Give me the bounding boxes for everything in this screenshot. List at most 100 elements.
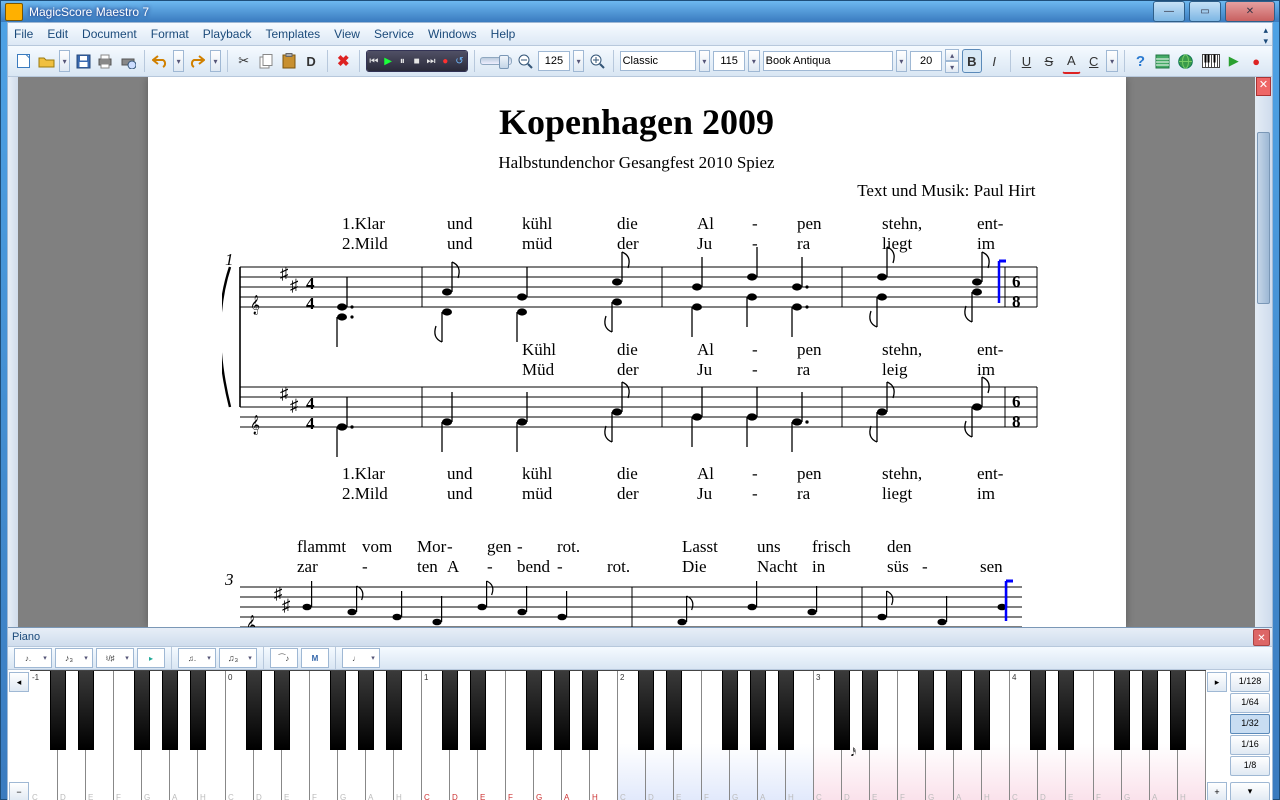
strike-button[interactable]: S bbox=[1039, 49, 1058, 73]
black-key[interactable] bbox=[190, 671, 206, 750]
black-key[interactable] bbox=[946, 671, 962, 750]
vertical-scrollbar[interactable]: ✕ bbox=[1255, 77, 1272, 627]
menu-help[interactable]: Help bbox=[491, 27, 516, 41]
menu-view[interactable]: View bbox=[334, 27, 360, 41]
black-key[interactable] bbox=[162, 671, 178, 750]
redo-icon[interactable] bbox=[187, 49, 206, 73]
font-size-input[interactable] bbox=[910, 51, 942, 71]
font-dropdown[interactable]: ▾ bbox=[896, 50, 908, 72]
delete-icon[interactable]: ✖ bbox=[334, 49, 353, 73]
black-key[interactable] bbox=[862, 671, 878, 750]
black-key[interactable] bbox=[1142, 671, 1158, 750]
duration-1-64[interactable]: 1/64 bbox=[1230, 693, 1270, 713]
natural-sharp-icon[interactable]: ♮/♯ bbox=[98, 653, 122, 664]
beam-icon[interactable]: ♫. bbox=[180, 653, 204, 664]
black-key[interactable] bbox=[50, 671, 66, 750]
black-key[interactable] bbox=[358, 671, 374, 750]
print-preview-icon[interactable] bbox=[118, 49, 137, 73]
black-key[interactable] bbox=[1030, 671, 1046, 750]
underline-button[interactable]: U bbox=[1017, 49, 1036, 73]
black-key[interactable] bbox=[330, 671, 346, 750]
mark-icon[interactable]: M bbox=[303, 653, 327, 664]
record-icon[interactable]: ● bbox=[438, 51, 452, 71]
font-color-button[interactable]: A bbox=[1062, 49, 1081, 74]
d-button[interactable]: D bbox=[301, 49, 320, 73]
score-area[interactable]: Frauenchor Kopenhagen 2009 Halbstundench… bbox=[18, 77, 1255, 627]
menu-playback[interactable]: Playback bbox=[203, 27, 252, 41]
black-key[interactable] bbox=[442, 671, 458, 750]
piano-close-icon[interactable]: ✕ bbox=[1253, 629, 1270, 646]
font-select[interactable] bbox=[763, 51, 893, 71]
black-key[interactable] bbox=[834, 671, 850, 750]
play2-icon[interactable]: ▶ bbox=[1224, 49, 1243, 73]
piano-scroll-right[interactable]: ▸ bbox=[1207, 672, 1227, 692]
black-key[interactable] bbox=[470, 671, 486, 750]
maximize-button[interactable]: ▭ bbox=[1189, 1, 1221, 22]
scroll-thumb[interactable] bbox=[1257, 132, 1270, 304]
beam3-icon[interactable]: ♫₃ bbox=[221, 653, 245, 664]
minimize-button[interactable]: — bbox=[1153, 1, 1185, 22]
stop-icon[interactable]: ■ bbox=[410, 51, 424, 71]
piano-plus[interactable]: + bbox=[1207, 782, 1227, 800]
undo-dropdown[interactable]: ▾ bbox=[173, 50, 185, 72]
paste-icon[interactable] bbox=[279, 49, 298, 73]
zoom-input[interactable] bbox=[538, 51, 570, 71]
loop-icon[interactable]: ↺ bbox=[452, 51, 466, 71]
black-key[interactable] bbox=[582, 671, 598, 750]
help-icon[interactable]: ? bbox=[1131, 49, 1150, 73]
black-key[interactable] bbox=[134, 671, 150, 750]
piano-scroll-left[interactable]: ◂ bbox=[9, 672, 29, 692]
print-icon[interactable] bbox=[96, 49, 115, 73]
note-accidental-icon[interactable]: ♪. bbox=[16, 653, 40, 664]
duration-more[interactable]: ▾ bbox=[1230, 782, 1270, 800]
new-icon[interactable] bbox=[14, 49, 33, 73]
undo-icon[interactable] bbox=[150, 49, 169, 73]
menu-file[interactable]: File bbox=[14, 27, 33, 41]
play-icon[interactable]: ▶ bbox=[381, 51, 395, 71]
tie-icon[interactable]: ⁀♪ bbox=[272, 653, 296, 664]
piano-keyboard[interactable]: CDEFGAHCDEFGAHCDEFGAHCDEFGAHCDEFGAHCDEFG… bbox=[30, 670, 1206, 800]
note-mode-icon[interactable]: ♩ bbox=[344, 653, 368, 664]
doc-close-icon[interactable]: ✕ bbox=[1256, 77, 1271, 96]
pause-icon[interactable]: ⏸ bbox=[395, 51, 409, 71]
font-size-up[interactable]: ▴ bbox=[945, 49, 959, 61]
menu-edit[interactable]: Edit bbox=[47, 27, 68, 41]
duration-1-16[interactable]: 1/16 bbox=[1230, 735, 1270, 755]
menu-windows[interactable]: Windows bbox=[428, 27, 477, 41]
menu-service[interactable]: Service bbox=[374, 27, 414, 41]
menu-document[interactable]: Document bbox=[82, 27, 137, 41]
style-size-dropdown[interactable]: ▾ bbox=[748, 50, 760, 72]
black-key[interactable] bbox=[246, 671, 262, 750]
black-key[interactable] bbox=[666, 671, 682, 750]
zoom-in-icon[interactable] bbox=[587, 49, 606, 73]
settings-icon[interactable] bbox=[1153, 49, 1172, 73]
score-notation[interactable]: 1.KlarundkühldieAl-penstehn,ent- 2.Mildu… bbox=[222, 207, 1052, 627]
web-icon[interactable] bbox=[1176, 49, 1195, 73]
bold-button[interactable]: B bbox=[962, 49, 981, 73]
black-key[interactable] bbox=[638, 671, 654, 750]
c-dropdown[interactable]: ▾ bbox=[1106, 50, 1118, 72]
record2-icon[interactable]: ● bbox=[1246, 49, 1265, 73]
black-key[interactable] bbox=[386, 671, 402, 750]
style-dropdown[interactable]: ▾ bbox=[699, 50, 711, 72]
skip-start-icon[interactable]: ⏮ bbox=[367, 51, 381, 71]
duration-1-32[interactable]: 1/32 bbox=[1230, 714, 1270, 734]
menu-templates[interactable]: Templates bbox=[265, 27, 320, 41]
black-key[interactable] bbox=[974, 671, 990, 750]
skip-end-icon[interactable]: ⏭ bbox=[424, 51, 438, 71]
open-dropdown[interactable]: ▾ bbox=[59, 50, 71, 72]
menu-format[interactable]: Format bbox=[151, 27, 189, 41]
black-key[interactable] bbox=[722, 671, 738, 750]
keyboard-icon[interactable] bbox=[1201, 49, 1221, 73]
save-icon[interactable] bbox=[73, 49, 92, 73]
c-button[interactable]: C bbox=[1084, 49, 1103, 73]
black-key[interactable] bbox=[1058, 671, 1074, 750]
piano-minus[interactable]: − bbox=[9, 782, 29, 800]
triplet-icon[interactable]: ♪₃ bbox=[57, 653, 81, 664]
black-key[interactable] bbox=[1170, 671, 1186, 750]
black-key[interactable] bbox=[274, 671, 290, 750]
zoom-out-icon[interactable] bbox=[515, 49, 534, 73]
duration-1-8[interactable]: 1/8 bbox=[1230, 756, 1270, 776]
black-key[interactable] bbox=[554, 671, 570, 750]
style-size-input[interactable] bbox=[713, 51, 745, 71]
